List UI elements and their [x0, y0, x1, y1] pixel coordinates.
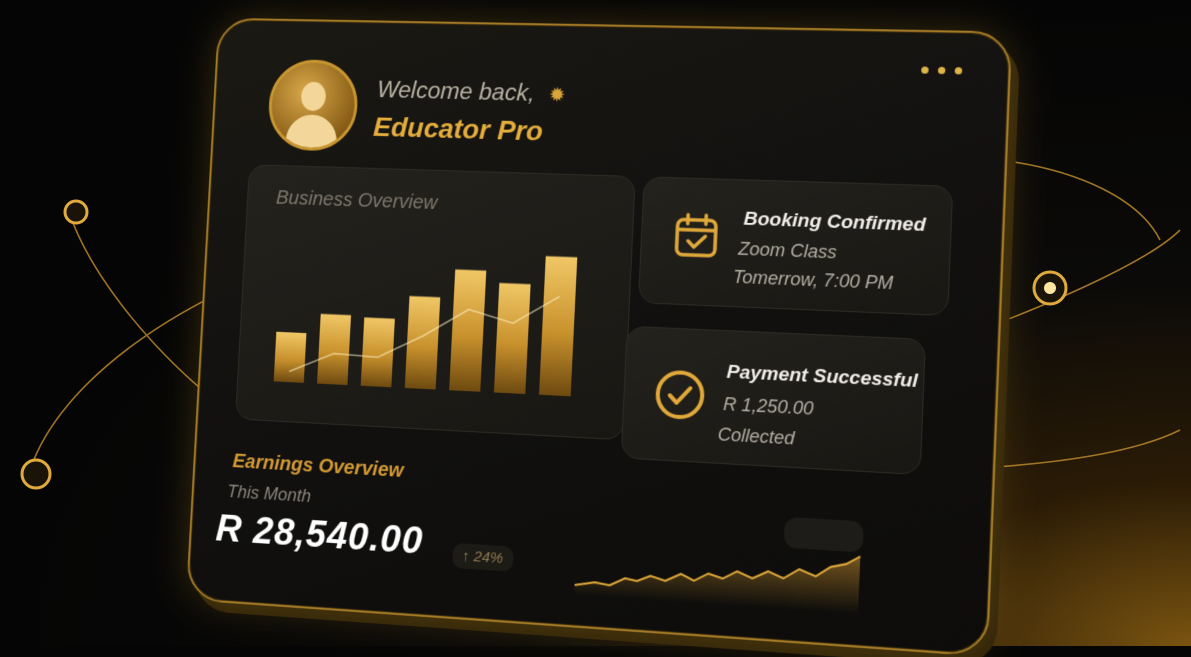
- earnings-amount: R 28,540.00: [215, 508, 424, 564]
- more-dots-icon: [955, 67, 963, 74]
- chart-bar: [317, 314, 351, 385]
- gear-icon[interactable]: ✹: [548, 82, 566, 107]
- check-circle-icon: [652, 366, 709, 423]
- booking-confirmed-card[interactable]: Booking Confirmed Zoom Class Tomerrow, 7…: [638, 176, 953, 316]
- avatar[interactable]: [267, 59, 360, 152]
- earnings-change-badge: ↑ 24%: [452, 543, 514, 572]
- payment-amount: R 1,250.00: [723, 394, 814, 420]
- business-overview-panel: Business Overview: [235, 164, 636, 440]
- earnings-title: Earnings Overview: [232, 450, 404, 482]
- welcome-label: Welcome back,: [376, 77, 535, 107]
- business-overview-chart: [236, 165, 635, 439]
- user-name: Educator Pro: [372, 112, 543, 148]
- more-dots-icon: [921, 66, 929, 73]
- chart-bar: [449, 269, 486, 391]
- booking-time: Tomerrow, 7:00 PM: [732, 267, 893, 295]
- dashboard-card: Welcome back, ✹ Educator Pro Business Ov…: [186, 18, 1013, 657]
- booking-title: Booking Confirmed: [743, 209, 926, 238]
- more-options-button[interactable]: [921, 66, 962, 74]
- earnings-overview-section: Earnings Overview This Month R 28,540.00…: [207, 444, 897, 638]
- user-avatar-icon: [300, 82, 326, 112]
- earnings-period: This Month: [227, 481, 312, 507]
- earnings-options-button[interactable]: [784, 517, 864, 553]
- payment-successful-card[interactable]: Payment Successful R 1,250.00 Collected: [621, 326, 926, 475]
- more-dots-icon: [938, 67, 946, 74]
- payment-status: Collected: [717, 424, 795, 449]
- chart-bar: [539, 256, 577, 396]
- booking-class: Zoom Class: [738, 239, 837, 264]
- welcome-text: Welcome back, ✹: [376, 77, 566, 109]
- calendar-check-icon: [671, 210, 722, 260]
- chart-bar: [494, 283, 531, 394]
- payment-title: Payment Successful: [726, 362, 918, 394]
- chart-bar: [274, 332, 307, 383]
